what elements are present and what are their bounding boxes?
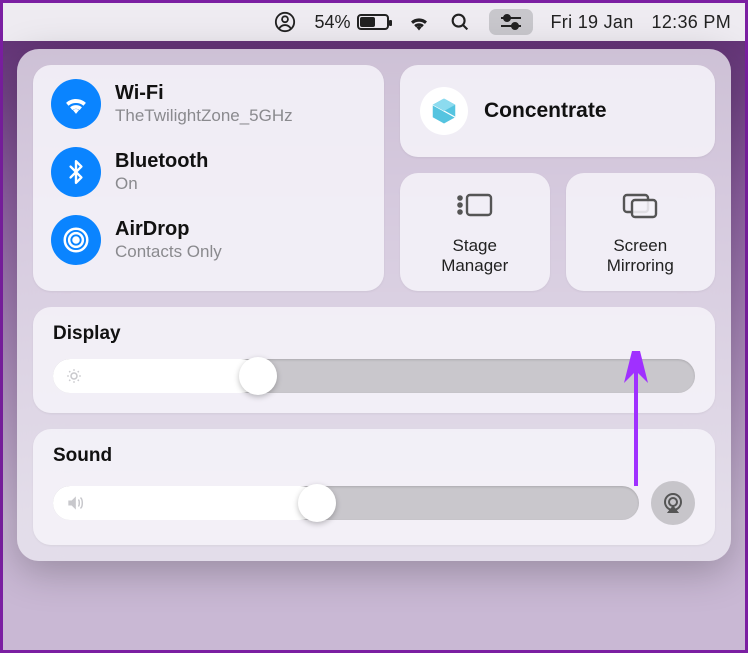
display-title: Display	[53, 323, 695, 345]
bluetooth-toggle[interactable]: Bluetooth On	[51, 147, 366, 197]
airplay-audio-button[interactable]	[651, 481, 695, 525]
user-icon[interactable]	[274, 11, 296, 33]
focus-button[interactable]: Concentrate	[400, 65, 715, 157]
bluetooth-title: Bluetooth	[115, 150, 208, 173]
control-center-panel: Wi-Fi TheTwilightZone_5GHz Bluetooth On	[17, 49, 731, 561]
menubar-time[interactable]: 12:36 PM	[652, 12, 731, 33]
connectivity-card: Wi-Fi TheTwilightZone_5GHz Bluetooth On	[33, 65, 384, 291]
stage-manager-label: Stage Manager	[441, 236, 508, 277]
menubar: 54% Fri 19 Jan 12:36 PM	[3, 3, 745, 41]
cube-icon	[420, 87, 468, 135]
airdrop-icon	[51, 215, 101, 265]
search-icon[interactable]	[449, 11, 471, 33]
airplay-icon	[661, 491, 685, 515]
wifi-icon	[51, 79, 101, 129]
volume-slider[interactable]	[53, 486, 639, 520]
focus-label: Concentrate	[484, 99, 607, 123]
airdrop-status: Contacts Only	[115, 242, 222, 262]
screen-mirroring-label: Screen Mirroring	[607, 236, 674, 277]
brightness-slider[interactable]	[53, 359, 695, 393]
sound-title: Sound	[53, 445, 695, 467]
airdrop-title: AirDrop	[115, 218, 222, 241]
stage-manager-icon	[455, 191, 495, 226]
menubar-date[interactable]: Fri 19 Jan	[551, 12, 634, 33]
control-center-icon[interactable]	[489, 9, 533, 35]
display-card: Display	[33, 307, 715, 413]
stage-manager-button[interactable]: Stage Manager	[400, 173, 550, 291]
wifi-toggle[interactable]: Wi-Fi TheTwilightZone_5GHz	[51, 79, 366, 129]
brightness-low-icon	[65, 367, 83, 385]
wifi-network: TheTwilightZone_5GHz	[115, 106, 293, 126]
bluetooth-icon	[51, 147, 101, 197]
volume-icon	[65, 493, 85, 513]
screen-mirroring-button[interactable]: Screen Mirroring	[566, 173, 716, 291]
bluetooth-status: On	[115, 174, 208, 194]
battery-icon	[357, 14, 389, 30]
sound-card: Sound	[33, 429, 715, 545]
wifi-icon[interactable]	[407, 10, 431, 34]
airdrop-toggle[interactable]: AirDrop Contacts Only	[51, 215, 366, 265]
screen-mirroring-icon	[620, 191, 660, 226]
battery-percent: 54%	[314, 12, 350, 33]
wifi-title: Wi-Fi	[115, 82, 293, 105]
battery-indicator[interactable]: 54%	[314, 12, 388, 33]
